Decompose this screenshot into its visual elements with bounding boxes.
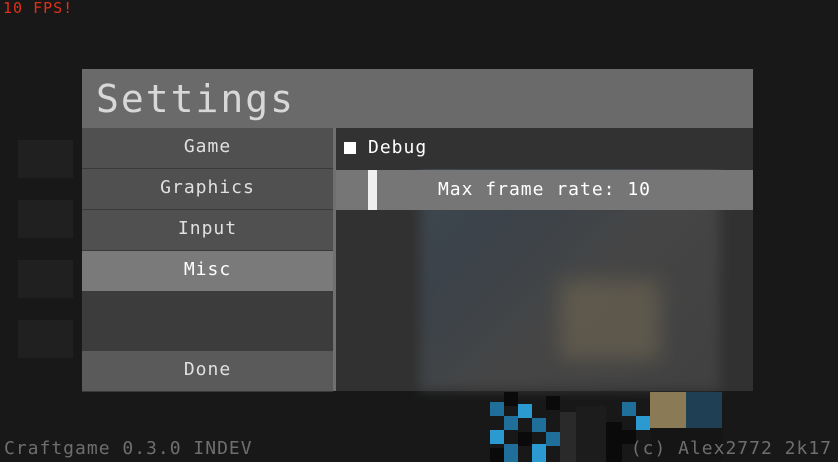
frame-rate-label: Max frame rate: 10: [437, 179, 652, 200]
tab-game[interactable]: Game: [82, 128, 333, 169]
debug-option[interactable]: Debug: [336, 128, 753, 169]
fps-counter: 10 FPS!: [3, 0, 74, 17]
tab-misc[interactable]: Misc: [82, 251, 333, 292]
tab-input[interactable]: Input: [82, 210, 333, 251]
settings-dialog: Settings Game Graphics Input Misc Done D…: [82, 69, 753, 392]
background-block: [18, 260, 73, 298]
version-text: Craftgame 0.3.0 INDEV: [4, 438, 253, 459]
done-button[interactable]: Done: [82, 351, 333, 392]
tab-graphics[interactable]: Graphics: [82, 169, 333, 210]
background-block: [18, 320, 73, 358]
dialog-title: Settings: [96, 77, 296, 121]
debug-checkbox[interactable]: [344, 142, 356, 154]
settings-sidebar: Game Graphics Input Misc Done: [82, 128, 333, 392]
copyright-text: (c) Alex2772 2k17: [630, 438, 832, 459]
dialog-title-bar: Settings: [82, 69, 753, 128]
background-block: [18, 140, 73, 178]
background-block: [18, 200, 73, 238]
settings-content: Debug Max frame rate: 10: [336, 128, 753, 391]
debug-label: Debug: [368, 137, 428, 158]
frame-rate-slider[interactable]: Max frame rate: 10: [336, 170, 753, 210]
